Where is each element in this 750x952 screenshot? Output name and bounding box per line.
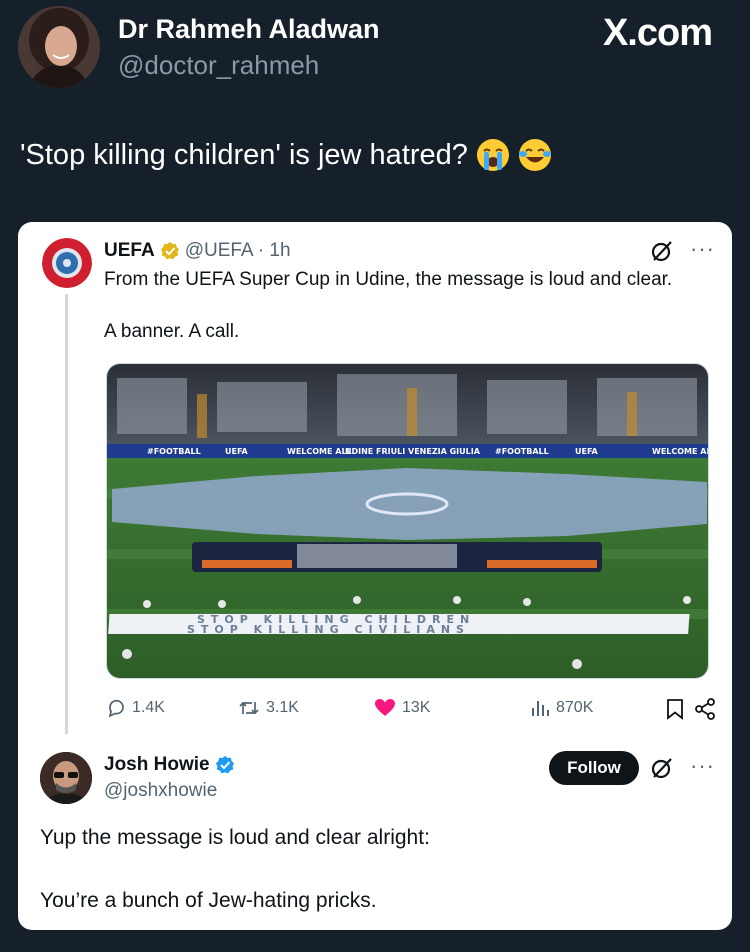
- uefa-avatar[interactable]: [42, 238, 92, 288]
- grok-icon[interactable]: [650, 756, 674, 780]
- views-action[interactable]: 870K: [530, 698, 593, 718]
- reply-text-line1: Yup the message is loud and clear alrigh…: [40, 826, 430, 849]
- quoted-text-line2: A banner. A call.: [104, 321, 240, 342]
- repost-count: 3.1K: [266, 699, 299, 716]
- reply-count: 1.4K: [132, 699, 165, 716]
- screenshot-card: UEFA @UEFA · 1h ··· From the UEFA Super …: [18, 222, 732, 930]
- views-count: 870K: [556, 699, 594, 716]
- ad-board-4: UDINE FRIULI VENEZIA GIULIA: [345, 447, 481, 456]
- more-options-icon[interactable]: ···: [690, 236, 715, 262]
- face-with-tears-of-joy-icon: [518, 139, 551, 171]
- quoted-name-row: UEFA @UEFA · 1h: [104, 240, 291, 262]
- post-text: 'Stop killing children' is jew hatred?: [20, 138, 468, 171]
- loudly-crying-face-icon: [476, 139, 509, 171]
- repost-icon: [239, 701, 259, 715]
- post-text-row: 'Stop killing children' is jew hatred?: [20, 138, 552, 172]
- verified-blue-icon: [215, 756, 234, 774]
- stadium-photo[interactable]: #FOOTBALL UEFA WELCOME ALL UDINE FRIULI …: [106, 363, 709, 679]
- ad-board-6: UEFA: [575, 447, 599, 456]
- reply-icon: [108, 699, 124, 718]
- repost-action[interactable]: 3.1K: [238, 698, 299, 718]
- reply-handle[interactable]: @joshxhowie: [104, 780, 217, 802]
- thread-line: [65, 294, 68, 734]
- ad-board-2: UEFA: [225, 447, 249, 456]
- ad-board-3: WELCOME ALL: [287, 447, 352, 456]
- reply-action[interactable]: 1.4K: [106, 698, 165, 718]
- ad-board-7: WELCOME ALL: [652, 447, 709, 456]
- quoted-handle-time[interactable]: @UEFA · 1h: [185, 240, 291, 262]
- ad-board-5: #FOOTBALL: [495, 447, 549, 456]
- reply-text-line2: You’re a bunch of Jew-hating pricks.: [40, 889, 377, 912]
- ad-board-1: #FOOTBALL: [147, 447, 201, 456]
- follow-button[interactable]: Follow: [549, 751, 639, 785]
- reply-name-row: Josh Howie: [104, 754, 235, 776]
- share-icon[interactable]: [694, 698, 716, 720]
- reply-avatar[interactable]: [40, 752, 92, 804]
- author-handle[interactable]: @doctor_rahmeh: [118, 50, 319, 81]
- heart-icon: [375, 699, 395, 716]
- author-name[interactable]: Dr Rahmeh Aladwan: [118, 14, 380, 45]
- like-action[interactable]: 13K: [374, 698, 430, 718]
- quoted-text-line1: From the UEFA Super Cup in Udine, the me…: [104, 269, 673, 290]
- grok-icon[interactable]: [650, 239, 674, 263]
- quoted-name[interactable]: UEFA: [104, 240, 155, 262]
- bookmark-icon[interactable]: [666, 698, 684, 720]
- verified-gold-icon: [160, 242, 179, 260]
- author-avatar[interactable]: [18, 6, 100, 88]
- action-bar: 1.4K 3.1K 13K 870K: [106, 694, 715, 726]
- views-icon: [532, 701, 549, 716]
- more-options-icon[interactable]: ···: [690, 753, 715, 779]
- banner-line-2: STOP KILLING CIVILIANS: [187, 623, 470, 636]
- site-brand: X.com: [602, 12, 713, 54]
- reply-name[interactable]: Josh Howie: [104, 754, 210, 776]
- like-count: 13K: [402, 699, 431, 716]
